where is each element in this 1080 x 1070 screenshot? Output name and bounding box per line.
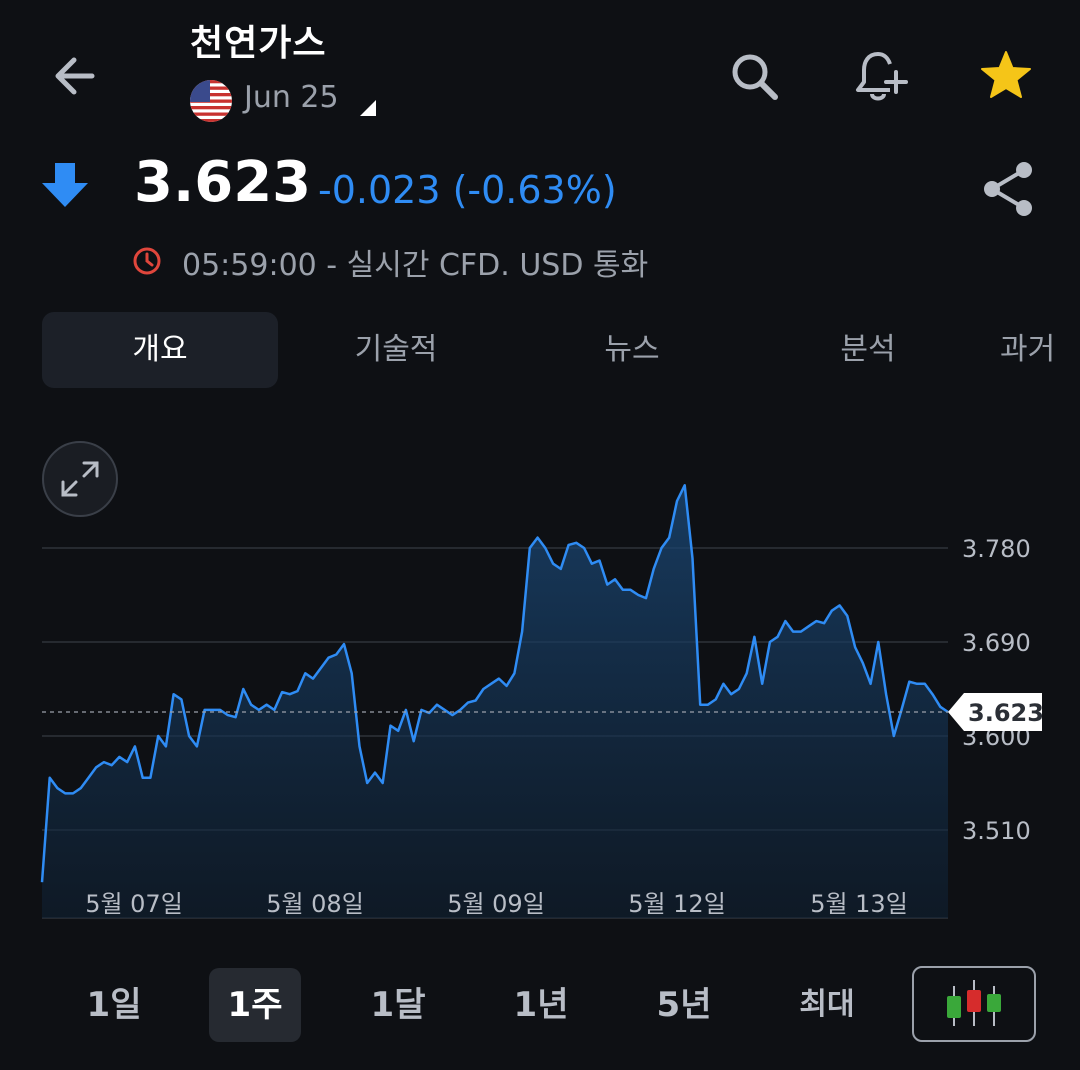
down-arrow-icon (40, 163, 90, 209)
share-icon (984, 162, 1032, 216)
candlestick-icon (947, 980, 1001, 1026)
current-price-tag: 3.623 (948, 692, 1044, 731)
search-button[interactable] (726, 48, 782, 104)
favorite-button[interactable] (978, 48, 1034, 104)
x-tick-label: 5월 07일 (85, 890, 183, 918)
tab-history[interactable]: 과거 (1000, 312, 1080, 388)
x-tick-label: 5월 09일 (447, 890, 545, 918)
price-area (42, 485, 948, 918)
arrow-left-icon (55, 57, 95, 95)
expand-icon (61, 461, 99, 497)
y-tick-label: 3.510 (962, 817, 1031, 845)
contract-selector[interactable]: Jun 25 (244, 80, 339, 115)
share-button[interactable] (978, 158, 1038, 220)
bell-plus-icon (856, 52, 908, 101)
range-1m[interactable]: 1달 (352, 968, 444, 1042)
price-chart[interactable]: 3.7803.6903.6003.510 5월 07일 5월 08일 5월 09일 5… (0, 420, 1080, 920)
dropdown-caret-icon[interactable] (360, 100, 376, 116)
y-axis: 3.7803.6903.6003.510 (962, 535, 1031, 845)
range-max[interactable]: 최대 (781, 968, 873, 1042)
x-tick-label: 5월 13일 (810, 890, 908, 918)
star-icon (981, 51, 1031, 98)
search-icon (732, 54, 778, 100)
tab-news[interactable]: 뉴스 (514, 312, 750, 388)
x-tick-label: 5월 08일 (266, 890, 364, 918)
tab-technical[interactable]: 기술적 (278, 312, 514, 388)
us-flag-icon (190, 80, 232, 122)
range-1w[interactable]: 1주 (209, 968, 301, 1042)
price-change: -0.023 (-0.63%) (318, 168, 617, 212)
range-1d[interactable]: 1일 (68, 968, 160, 1042)
range-5y[interactable]: 5년 (638, 968, 730, 1042)
expand-chart-button[interactable] (42, 441, 118, 517)
y-tick-label: 3.780 (962, 535, 1031, 563)
x-tick-label: 5월 12일 (628, 890, 726, 918)
section-tabs: 개요 기술적 뉴스 분석 과거 (0, 312, 1080, 388)
candlestick-toggle-button[interactable] (912, 966, 1036, 1042)
instrument-title: 천연가스 (190, 23, 327, 64)
range-1y[interactable]: 1년 (495, 968, 587, 1042)
current-price-label: 3.623 (968, 699, 1044, 727)
realtime-status-text: 05:59:00 - 실시간 CFD. USD 통화 (182, 248, 649, 283)
add-alert-button[interactable] (850, 46, 910, 106)
clock-icon (132, 246, 162, 276)
y-tick-label: 3.690 (962, 629, 1031, 657)
last-price: 3.623 (134, 150, 312, 215)
tab-analysis[interactable]: 분석 (750, 312, 986, 388)
tab-overview[interactable]: 개요 (42, 312, 278, 388)
back-button[interactable] (48, 48, 104, 104)
